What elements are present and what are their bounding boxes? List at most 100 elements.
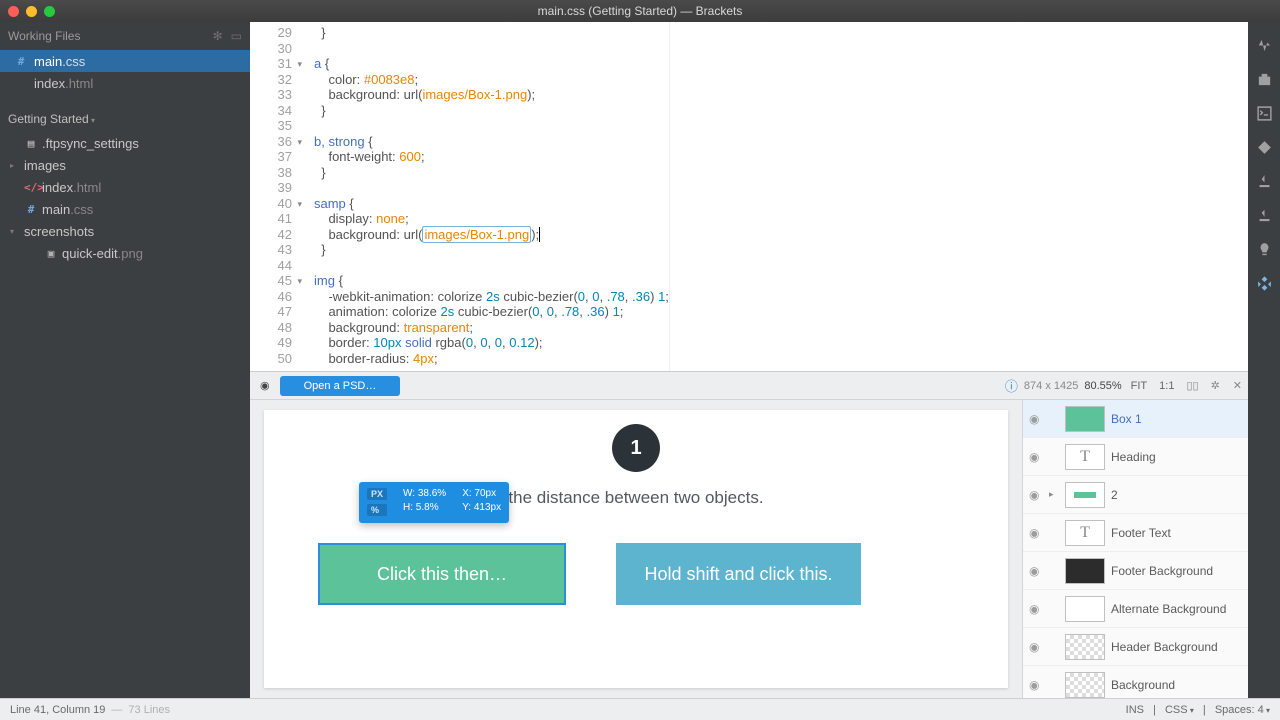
file-icon: ▤ <box>24 137 38 150</box>
tree-item-images[interactable]: ▸ images <box>0 154 250 176</box>
tree-item-label: main.css <box>42 202 93 217</box>
layer-background[interactable]: ◉ Background <box>1023 666 1248 698</box>
split-view-icon[interactable]: ▭ <box>231 29 242 43</box>
layer-fold-icon[interactable]: ▸ <box>1049 489 1059 500</box>
visibility-icon[interactable]: ◉ <box>1029 412 1043 426</box>
visibility-icon[interactable]: ◉ <box>1029 640 1043 654</box>
right-icon-strip <box>1248 22 1280 698</box>
visibility-icon[interactable]: ◉ <box>1029 450 1043 464</box>
zoom-level[interactable]: 80.55% <box>1084 380 1121 392</box>
working-files-header: Working Files ✻ ▭ <box>0 22 250 50</box>
image-file-icon: ▣ <box>44 247 58 260</box>
layer-label: Background <box>1111 678 1242 692</box>
layer-thumbnail: T <box>1065 520 1105 546</box>
zoom-actual-button[interactable]: 1:1 <box>1159 380 1174 392</box>
layer-thumbnail <box>1065 672 1105 698</box>
measure-h: H: 5.8% <box>403 502 446 513</box>
settings-icon[interactable]: ✲ <box>1211 379 1220 392</box>
file-name: main.css <box>34 54 85 69</box>
bulb-icon[interactable] <box>1255 240 1273 258</box>
layer-alternate-background[interactable]: ◉ Alternate Background <box>1023 590 1248 628</box>
tree-item-screenshots[interactable]: ▾ screenshots <box>0 220 250 242</box>
layer-label: Header Background <box>1111 640 1242 654</box>
disclosure-icon[interactable]: ▾ <box>10 227 20 236</box>
project-dropdown[interactable]: Getting Started <box>0 106 250 132</box>
tree-item-label: images <box>24 158 66 173</box>
extension-icon[interactable] <box>1255 70 1273 88</box>
tree-item-label: .ftpsync_settings <box>42 136 139 151</box>
unit-px[interactable]: PX <box>367 488 387 500</box>
layer-label: Alternate Background <box>1111 602 1242 616</box>
line-gutter: 293031▾3233343536▾37383940▾4142434445▾46… <box>250 22 298 371</box>
working-file-index[interactable]: index.html <box>0 72 250 94</box>
tree-item-quick-edit[interactable]: ▣quick-edit.png <box>0 242 250 264</box>
insert-mode[interactable]: INS <box>1126 704 1144 716</box>
layer-thumbnail <box>1065 634 1105 660</box>
layer-footer-background[interactable]: ◉ Footer Background <box>1023 552 1248 590</box>
measure-y: Y: 413px <box>462 502 501 513</box>
download-icon[interactable] <box>1255 172 1273 190</box>
eye-icon[interactable]: ◉ <box>260 379 270 392</box>
layer-footer-text[interactable]: ◉ T Footer Text <box>1023 514 1248 552</box>
info-icon[interactable]: ⓘ <box>1005 376 1018 395</box>
language-mode[interactable]: CSS <box>1165 704 1194 716</box>
visibility-icon[interactable]: ◉ <box>1029 678 1043 692</box>
layer-box-1[interactable]: ◉Box 1 <box>1023 400 1248 438</box>
canvas-dimensions: 874 x 1425 <box>1024 380 1078 392</box>
diamond-icon[interactable] <box>1255 138 1273 156</box>
layers-panel[interactable]: ◉Box 1◉THeading◉▸2◉TFooter Text◉Footer B… <box>1022 400 1248 698</box>
upload-icon[interactable] <box>1255 206 1273 224</box>
layer-label: Footer Background <box>1111 564 1242 578</box>
extract-panel: ◉ Open a PSD… ⓘ 874 x 1425 80.55% FIT 1:… <box>250 372 1248 698</box>
window-title: main.css (Getting Started) — Brackets <box>0 4 1280 18</box>
open-psd-button[interactable]: Open a PSD… <box>280 376 401 396</box>
console-icon[interactable] <box>1255 104 1273 122</box>
measure-x: X: 70px <box>462 488 501 499</box>
layers-toggle-icon[interactable]: ▯▯ <box>1186 379 1198 392</box>
extract-toolbar: ◉ Open a PSD… ⓘ 874 x 1425 80.55% FIT 1:… <box>250 372 1248 400</box>
extract-icon[interactable] <box>1255 274 1273 292</box>
tree-item-label: index.html <box>42 180 101 195</box>
code-editor[interactable]: 293031▾3233343536▾37383940▾4142434445▾46… <box>250 22 1248 372</box>
close-panel-icon[interactable]: ✕ <box>1233 379 1242 392</box>
file-name: index.html <box>34 76 93 91</box>
working-files-label: Working Files <box>8 29 80 43</box>
tree-item-.ftpsync_settings[interactable]: ▤ .ftpsync_settings <box>0 132 250 154</box>
visibility-icon[interactable]: ◉ <box>1029 564 1043 578</box>
tree-item-label: screenshots <box>24 224 94 239</box>
layer-header-background[interactable]: ◉ Header Background <box>1023 628 1248 666</box>
css-file-icon: # <box>24 203 38 216</box>
canvas-box-green[interactable]: Click this then… <box>318 543 566 605</box>
code-content[interactable]: }a { color: #0083e8; background: url(ima… <box>298 22 669 371</box>
layer-2[interactable]: ◉▸2 <box>1023 476 1248 514</box>
working-file-main[interactable]: # main.css <box>0 50 250 72</box>
visibility-icon[interactable]: ◉ <box>1029 602 1043 616</box>
layer-thumbnail <box>1065 596 1105 622</box>
title-bar: main.css (Getting Started) — Brackets <box>0 0 1280 22</box>
tree-item-main[interactable]: # main.css <box>0 198 250 220</box>
unit-pct[interactable]: % <box>367 504 387 516</box>
step-badge: 1 <box>612 424 660 472</box>
visibility-icon[interactable]: ◉ <box>1029 488 1043 502</box>
layer-label: Footer Text <box>1111 526 1242 540</box>
layer-heading[interactable]: ◉THeading <box>1023 438 1248 476</box>
measurement-tooltip: PX% W: 38.6% H: 5.8% X: 70px Y: 413px <box>359 482 509 523</box>
design-canvas[interactable]: 1 the distance between two objects. Clic… <box>250 400 1022 698</box>
line-count: 73 Lines <box>128 704 170 716</box>
css-file-icon: # <box>14 55 28 68</box>
measure-w: W: 38.6% <box>403 488 446 499</box>
visibility-icon[interactable]: ◉ <box>1029 526 1043 540</box>
layer-label: Heading <box>1111 450 1242 464</box>
editor-scrollbar[interactable] <box>669 22 683 371</box>
layer-thumbnail <box>1065 406 1105 432</box>
cursor-position[interactable]: Line 41, Column 19 <box>10 704 105 716</box>
indent-mode[interactable]: Spaces: 4 <box>1215 704 1270 716</box>
canvas-box-blue[interactable]: Hold shift and click this. <box>616 543 861 605</box>
sidebar: Working Files ✻ ▭ # main.css index.html Ge… <box>0 22 250 698</box>
disclosure-icon[interactable]: ▸ <box>10 161 20 170</box>
layer-thumbnail <box>1065 482 1105 508</box>
zoom-fit-button[interactable]: FIT <box>1131 380 1148 392</box>
gear-icon[interactable]: ✻ <box>213 29 223 43</box>
tree-item-index[interactable]: </>index.html <box>0 176 250 198</box>
live-preview-icon[interactable] <box>1255 36 1273 54</box>
